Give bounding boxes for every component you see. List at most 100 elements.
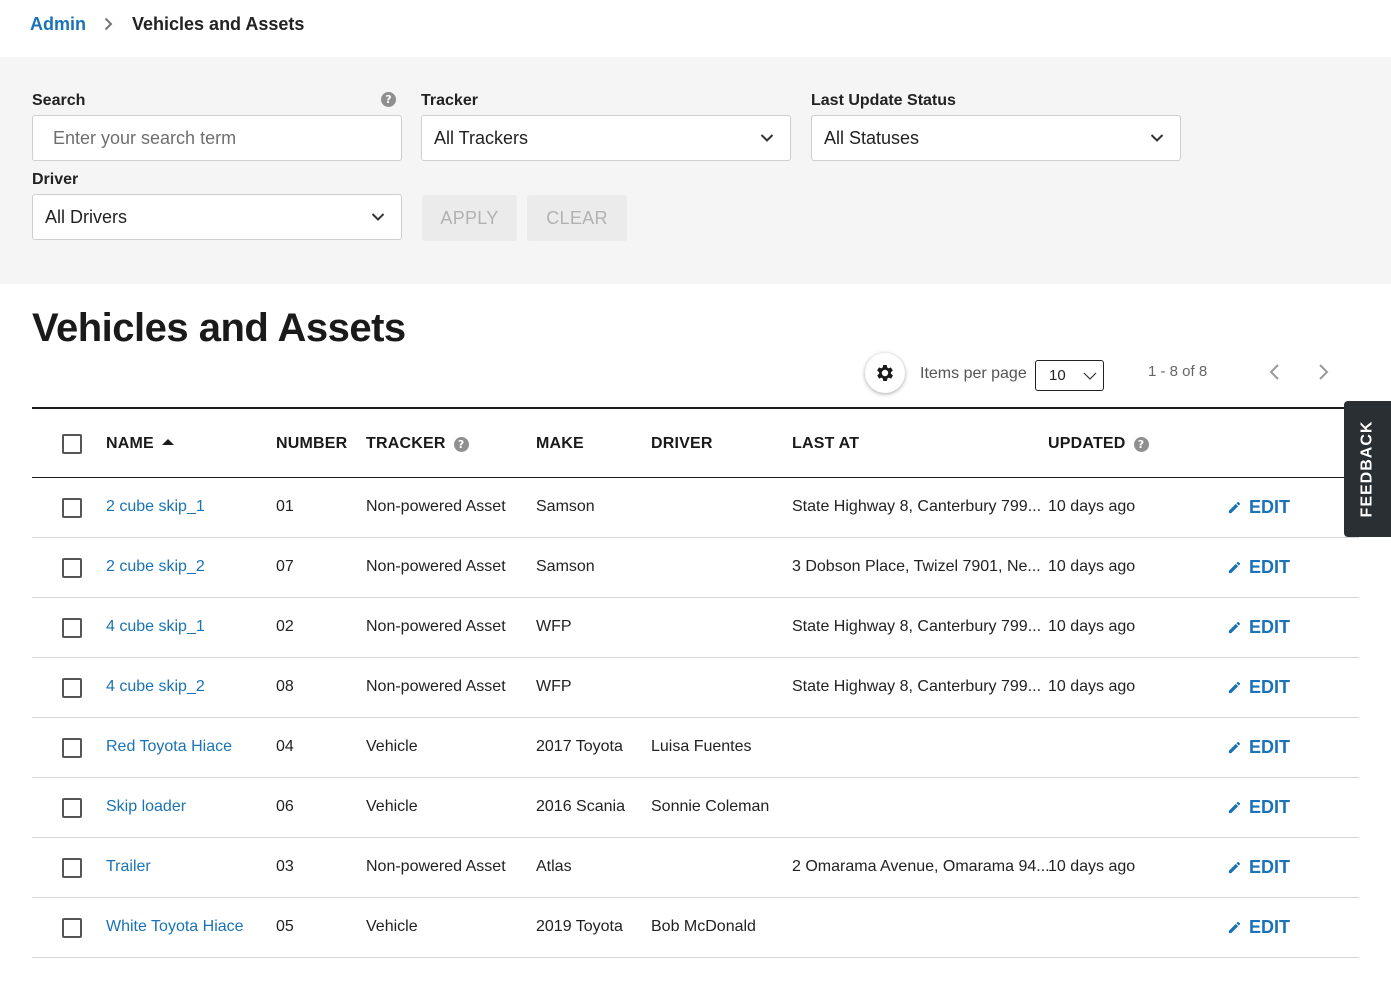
help-icon[interactable]: ? [1133, 436, 1149, 452]
row-checkbox[interactable] [62, 618, 82, 638]
pencil-icon [1228, 741, 1241, 754]
tracker-select[interactable]: All Trackers [421, 115, 791, 161]
vehicle-last-at: 3 Dobson Place, Twizel 7901, Ne... [792, 558, 1041, 575]
table-body: 2 cube skip_1 01 Non-powered Asset Samso… [32, 478, 1359, 958]
vehicle-name-link[interactable]: 4 cube skip_2 [106, 678, 205, 696]
vehicle-name-link[interactable]: Trailer [106, 858, 151, 876]
driver-select-value: All Drivers [45, 206, 128, 227]
edit-button-label: EDIT [1249, 737, 1291, 757]
vehicle-tracker: Vehicle [366, 918, 418, 935]
edit-button[interactable]: EDIT [1227, 917, 1290, 938]
column-header-name[interactable]: NAME [106, 435, 174, 453]
column-header-name-label: NAME [106, 435, 154, 452]
edit-button[interactable]: EDIT [1227, 857, 1290, 878]
search-input[interactable] [33, 127, 401, 149]
pencil-icon [1228, 801, 1241, 814]
edit-button[interactable]: EDIT [1227, 617, 1290, 638]
vehicle-last-at: State Highway 8, Canterbury 799... [792, 498, 1042, 515]
pencil-icon [1228, 861, 1241, 874]
tracker-select-value: All Trackers [434, 127, 529, 148]
chevron-down-icon [371, 213, 385, 221]
table-row: 4 cube skip_2 08 Non-powered Asset WFP S… [32, 658, 1359, 718]
clear-button[interactable]: CLEAR [527, 195, 627, 241]
column-header-tracker[interactable]: TRACKER ? [366, 435, 469, 453]
table-row: 2 cube skip_2 07 Non-powered Asset Samso… [32, 538, 1359, 598]
vehicle-updated: 10 days ago [1048, 498, 1136, 515]
help-icon[interactable]: ? [453, 436, 469, 452]
column-header-updated[interactable]: UPDATED ? [1048, 435, 1149, 453]
table-row: 4 cube skip_1 02 Non-powered Asset WFP S… [32, 598, 1359, 658]
edit-button[interactable]: EDIT [1227, 737, 1290, 758]
row-checkbox[interactable] [62, 678, 82, 698]
vehicle-name-link[interactable]: 4 cube skip_1 [106, 618, 205, 636]
row-checkbox[interactable] [62, 858, 82, 878]
edit-button[interactable]: EDIT [1227, 497, 1290, 518]
row-checkbox[interactable] [62, 498, 82, 518]
row-checkbox[interactable] [62, 738, 82, 758]
chevron-right-icon [104, 17, 114, 31]
vehicle-driver: Bob McDonald [651, 918, 756, 935]
pencil-icon [1228, 681, 1241, 694]
vehicles-table: NAME NUMBER TRACKER ? MAKE DRIVER LAST A… [32, 407, 1359, 958]
help-icon[interactable]: ? [381, 92, 396, 107]
vehicle-updated: 10 days ago [1048, 678, 1136, 695]
vehicle-number: 03 [276, 858, 294, 875]
column-settings-button[interactable] [865, 353, 905, 393]
table-row: White Toyota Hiace 05 Vehicle 2019 Toyot… [32, 898, 1359, 958]
vehicle-tracker: Non-powered Asset [366, 618, 506, 635]
status-select-value: All Statuses [824, 127, 920, 148]
pencil-icon [1228, 501, 1241, 514]
column-header-number[interactable]: NUMBER [276, 435, 347, 453]
chevron-down-icon [1083, 372, 1097, 380]
feedback-tab[interactable]: FEEDBACK [1344, 401, 1391, 537]
edit-button[interactable]: EDIT [1227, 557, 1290, 578]
vehicle-updated: 10 days ago [1048, 618, 1136, 635]
vehicle-number: 06 [276, 798, 294, 815]
tracker-label: Tracker [421, 92, 478, 109]
column-header-driver[interactable]: DRIVER [651, 435, 713, 453]
select-all-checkbox[interactable] [62, 434, 82, 454]
vehicle-name-link[interactable]: 2 cube skip_1 [106, 498, 205, 516]
edit-button-label: EDIT [1249, 917, 1291, 937]
vehicle-number: 04 [276, 738, 294, 755]
vehicle-name-link[interactable]: 2 cube skip_2 [106, 558, 205, 576]
vehicle-name-link[interactable]: White Toyota Hiace [106, 918, 244, 936]
feedback-label: FEEDBACK [1358, 420, 1376, 518]
table-row: 2 cube skip_1 01 Non-powered Asset Samso… [32, 478, 1359, 538]
vehicle-name-link[interactable]: Skip loader [106, 798, 186, 816]
driver-select[interactable]: All Drivers [32, 194, 402, 240]
vehicle-make: Samson [536, 498, 595, 515]
edit-button-label: EDIT [1249, 677, 1291, 697]
column-header-last-at[interactable]: LAST AT [792, 435, 859, 453]
row-checkbox[interactable] [62, 558, 82, 578]
vehicle-number: 07 [276, 558, 294, 575]
table-row: Skip loader 06 Vehicle 2016 Scania Sonni… [32, 778, 1359, 838]
column-header-tracker-label: TRACKER [366, 435, 446, 452]
next-page-button[interactable] [1314, 362, 1334, 382]
vehicle-make: 2017 Toyota [536, 738, 623, 755]
gear-icon [877, 365, 893, 381]
row-checkbox[interactable] [62, 798, 82, 818]
edit-button[interactable]: EDIT [1227, 677, 1290, 698]
chevron-down-icon [760, 134, 774, 142]
filters-panel: Search ? Tracker All Trackers Last Updat… [0, 57, 1391, 284]
edit-button[interactable]: EDIT [1227, 797, 1290, 818]
vehicle-make: 2019 Toyota [536, 918, 623, 935]
items-per-page-select[interactable]: 10 [1035, 360, 1104, 391]
apply-button[interactable]: APPLY [422, 195, 517, 241]
page-title: Vehicles and Assets [32, 306, 406, 350]
row-checkbox[interactable] [62, 918, 82, 938]
breadcrumb: Admin Vehicles and Assets [30, 12, 304, 36]
column-header-make[interactable]: MAKE [536, 435, 584, 453]
table-row: Trailer 03 Non-powered Asset Atlas 2 Oma… [32, 838, 1359, 898]
breadcrumb-admin-link[interactable]: Admin [30, 14, 86, 35]
vehicle-number: 01 [276, 498, 294, 515]
edit-button-label: EDIT [1249, 557, 1291, 577]
vehicle-updated: 10 days ago [1048, 558, 1136, 575]
vehicle-make: 2016 Scania [536, 798, 625, 815]
status-select[interactable]: All Statuses [811, 115, 1181, 161]
vehicle-make: Atlas [536, 858, 572, 875]
vehicle-name-link[interactable]: Red Toyota Hiace [106, 738, 232, 756]
previous-page-button[interactable] [1264, 362, 1284, 382]
table-header: NAME NUMBER TRACKER ? MAKE DRIVER LAST A… [32, 407, 1359, 478]
